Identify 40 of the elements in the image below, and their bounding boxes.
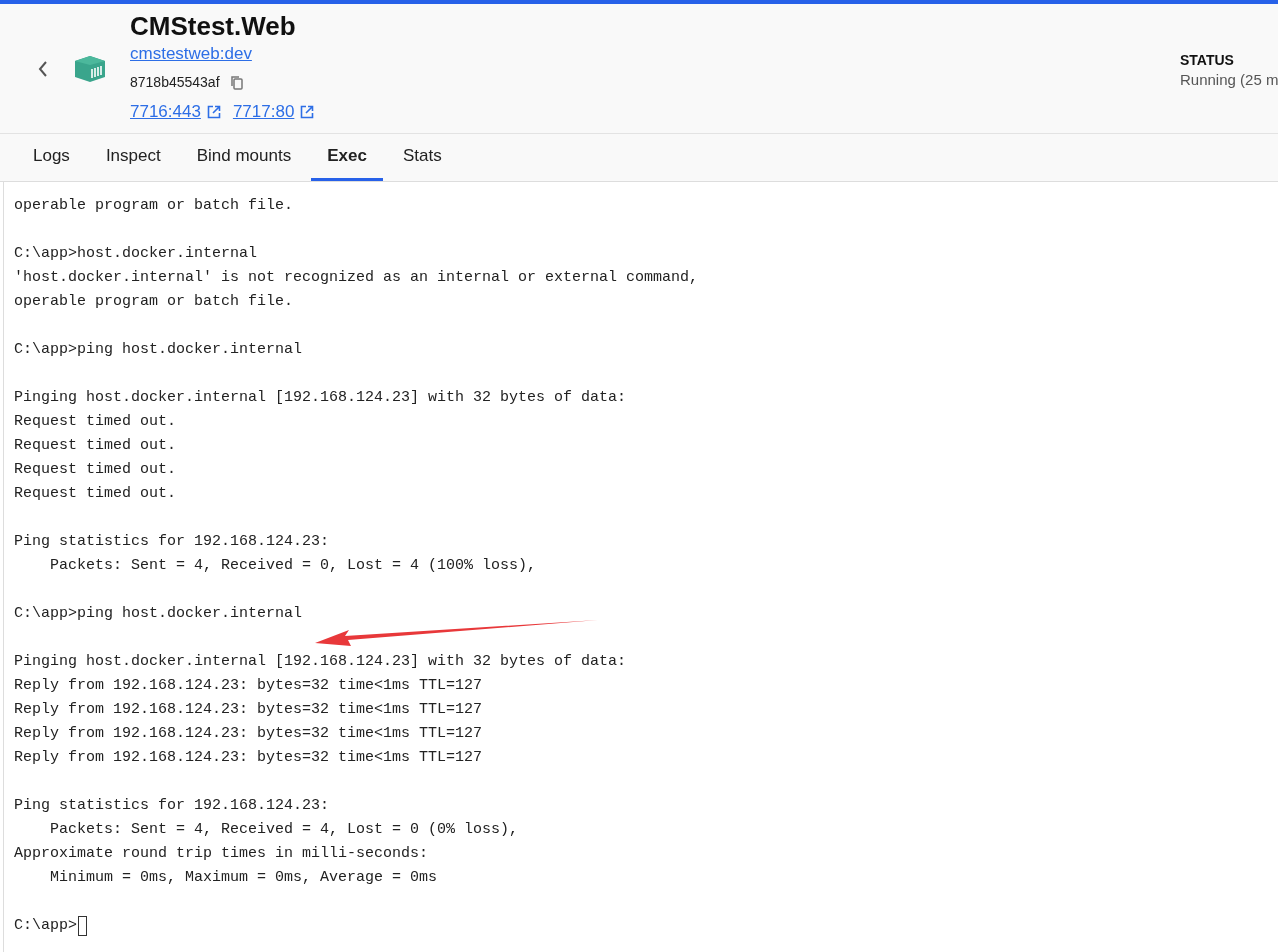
tab[interactable]: Inspect	[89, 134, 177, 181]
port-link[interactable]: 7717:80	[232, 100, 295, 124]
tab[interactable]: Exec	[311, 134, 383, 181]
terminal-line: Packets: Sent = 4, Received = 0, Lost = 4 (100% loss),	[49, 556, 538, 576]
terminal-line: Packets: Sent = 4, Received = 4, Lost = 0 (0% loss),	[49, 820, 520, 840]
terminal-line: Reply from 192.168.124.23: bytes=32 time<1ms TTL=127	[14, 700, 484, 720]
status-value: Running (25 m	[1180, 70, 1278, 90]
terminal-line: C:\app>ping host.docker.internal	[14, 604, 304, 624]
terminal-line: Request timed out.	[14, 484, 178, 504]
terminal-line: 'host.docker.internal' is not recognized as an internal or external command,	[14, 268, 700, 288]
image-link[interactable]: cmstestweb:dev	[130, 42, 321, 66]
terminal-prompt: C:\app>	[14, 916, 77, 936]
terminal-line: Approximate round trip times in milli-seconds:	[14, 844, 430, 864]
terminal-line: Pinging host.docker.internal [192.168.124.23] with 32 bytes of data:	[14, 652, 628, 672]
terminal-line: C:\app>ping host.docker.internal	[14, 340, 304, 360]
external-link-icon[interactable]	[206, 105, 221, 119]
container-icon	[74, 54, 106, 83]
terminal-line: operable program or batch file.	[14, 196, 295, 216]
tab[interactable]: Stats	[386, 134, 458, 181]
terminal-line: Reply from 192.168.124.23: bytes=32 time<1ms TTL=127	[14, 724, 484, 744]
terminal-line: Pinging host.docker.internal [192.168.124.23] with 32 bytes of data:	[14, 388, 628, 408]
terminal-line: Request timed out.	[14, 460, 178, 480]
container-id: 8718b45543af	[130, 74, 220, 90]
terminal-line: operable program or batch file.	[14, 292, 295, 312]
text-cursor	[78, 916, 87, 936]
tab[interactable]: Bind mounts	[180, 134, 308, 181]
terminal-line: Request timed out.	[14, 412, 178, 432]
terminal-line: Ping statistics for 192.168.124.23:	[14, 796, 331, 816]
container-title: CMStest.Web	[130, 10, 297, 42]
terminal-line: Request timed out.	[14, 436, 178, 456]
status-label: STATUS	[1180, 51, 1235, 70]
terminal-line: Reply from 192.168.124.23: bytes=32 time<1ms TTL=127	[14, 748, 484, 768]
copy-icon[interactable]	[229, 74, 244, 90]
tab[interactable]: Logs	[17, 134, 86, 181]
terminal-line: Reply from 192.168.124.23: bytes=32 time<1ms TTL=127	[14, 676, 484, 696]
terminal-line: C:\app>host.docker.internal	[14, 244, 259, 264]
external-link-icon[interactable]	[300, 105, 315, 119]
terminal-line: Minimum = 0ms, Maximum = 0ms, Average = 0ms	[49, 868, 439, 888]
port-link[interactable]: 7716:443	[130, 100, 201, 124]
terminal-line: Ping statistics for 192.168.124.23:	[14, 532, 331, 552]
